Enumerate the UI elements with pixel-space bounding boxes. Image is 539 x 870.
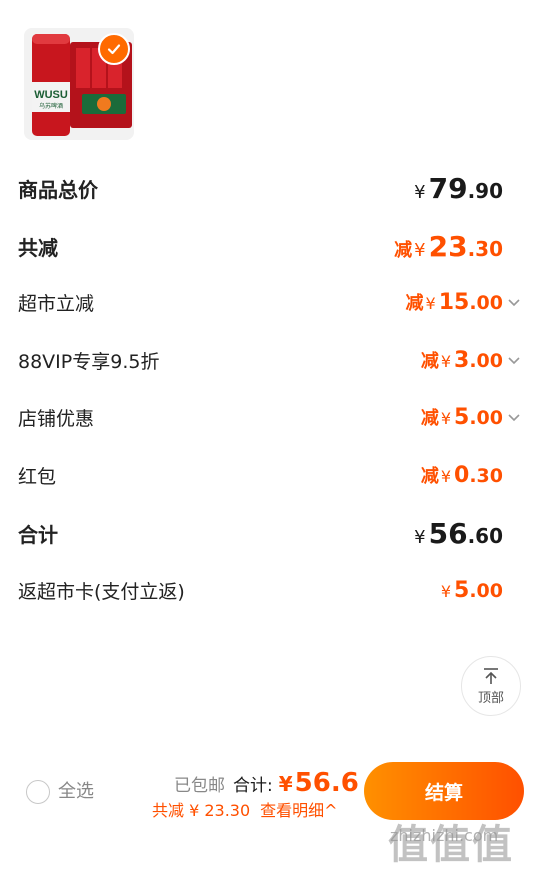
select-all-label[interactable]: 全选 bbox=[58, 780, 94, 804]
checkout-total-label: 合计: bbox=[233, 776, 273, 796]
chevron-down-icon[interactable] bbox=[507, 410, 521, 424]
total-discount-row: 共减 减 ¥ 23 .30 bbox=[18, 226, 521, 266]
total-discount-amount: 减 ¥ 23 .30 bbox=[394, 229, 503, 263]
checkout-summary: 已包邮 合计: ¥ 56.6 bbox=[174, 768, 359, 798]
brand-logo-text: WUSU bbox=[34, 89, 68, 101]
checkout-discount-summary: 共减 ¥ 23.30 查看明细^ bbox=[152, 797, 338, 821]
checkout-total-value: 56.6 bbox=[294, 768, 359, 798]
goods-total-label: 商品总价 bbox=[18, 177, 98, 202]
discount-item-supermarket[interactable]: 超市立减 减 ¥ 15 .00 bbox=[18, 282, 521, 322]
rebate-label: 返超市卡(支付立返) bbox=[18, 580, 185, 603]
rebate-amount: ¥ 5 .00 bbox=[440, 577, 503, 603]
discount-item-amount: 减 ¥ 5 .00 bbox=[421, 404, 521, 430]
chevron-down-icon[interactable] bbox=[507, 295, 521, 309]
discount-item-amount: 减 ¥ 15 .00 bbox=[406, 289, 521, 315]
discount-item-store[interactable]: 店铺优惠 减 ¥ 5 .00 bbox=[18, 397, 521, 437]
discount-item-amount: 减 ¥ 3 .00 bbox=[421, 347, 521, 373]
discount-item-label: 超市立减 bbox=[18, 292, 95, 315]
free-shipping-label: 已包邮 bbox=[174, 776, 225, 796]
view-details-link[interactable]: 查看明细^ bbox=[260, 797, 337, 821]
goods-total-row: 商品总价 ¥ 79 .90 bbox=[18, 168, 521, 208]
total-discount-label: 共减 bbox=[18, 235, 58, 260]
rebate-row: 返超市卡(支付立返) ¥ 5 .00 bbox=[18, 570, 521, 610]
discount-item-amount: 减 ¥ 0 .30 bbox=[420, 463, 503, 488]
watermark-url: zhizhizhi.com bbox=[390, 826, 499, 845]
discount-item-88vip[interactable]: 88VIP专享9.5折 减 ¥ 3 .00 bbox=[18, 340, 521, 380]
back-to-top-button[interactable]: 顶部 bbox=[461, 656, 521, 716]
select-all-radio[interactable] bbox=[26, 780, 50, 804]
checkout-total-yen: ¥ bbox=[278, 772, 293, 796]
discount-item-label: 88VIP专享9.5折 bbox=[18, 350, 160, 373]
sum-label: 合计 bbox=[18, 522, 58, 547]
discount-item-label: 红包 bbox=[18, 465, 57, 488]
svg-text:乌苏啤酒: 乌苏啤酒 bbox=[39, 102, 63, 110]
checkout-bar: 全选 已包邮 合计: ¥ 56.6 共减 ¥ 23.30 查看明细^ 结算 值值… bbox=[0, 752, 539, 868]
arrow-up-icon bbox=[484, 668, 498, 684]
discount-item-label: 店铺优惠 bbox=[18, 407, 95, 430]
checkout-discount-text: 共减 ¥ 23.30 bbox=[152, 801, 251, 820]
sum-row: 合计 ¥ 56 .60 bbox=[18, 513, 521, 553]
chevron-down-icon[interactable] bbox=[507, 353, 521, 367]
sum-amount: ¥ 56 .60 bbox=[414, 516, 503, 550]
back-to-top-label: 顶部 bbox=[477, 691, 504, 706]
selected-check-icon[interactable] bbox=[98, 33, 130, 65]
goods-total-amount: ¥ 79 .90 bbox=[414, 171, 503, 205]
discount-item-redpacket: 红包 减 ¥ 0 .30 bbox=[18, 455, 521, 495]
